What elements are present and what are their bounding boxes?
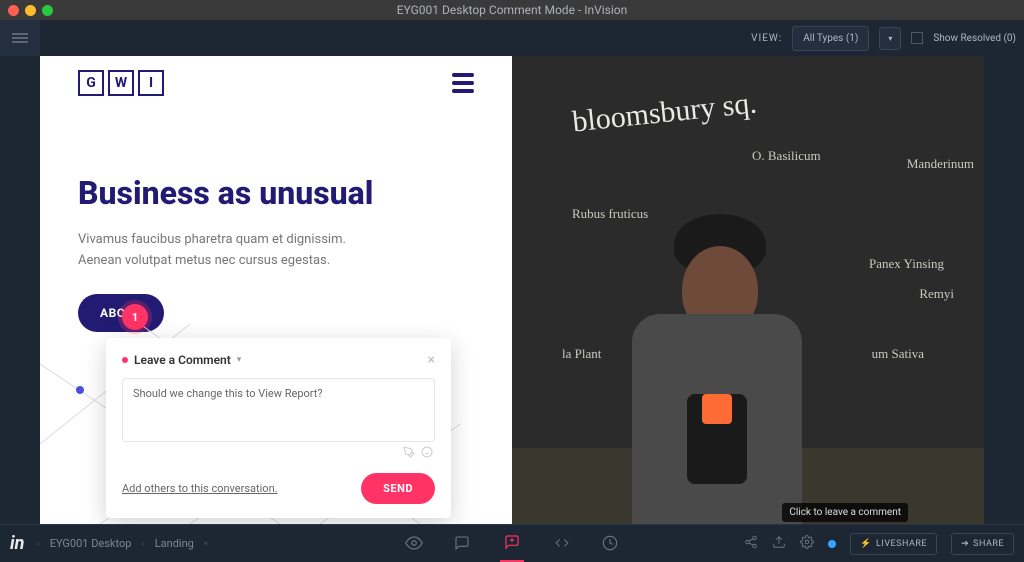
- chalk-text: Manderinum: [907, 156, 974, 172]
- show-resolved-checkbox[interactable]: [911, 32, 923, 44]
- show-resolved-label: Show Resolved (0): [933, 33, 1016, 44]
- logo-letter: I: [138, 70, 164, 96]
- chalk-text: um Sativa: [872, 346, 924, 362]
- inspect-mode-icon[interactable]: [552, 533, 572, 553]
- gear-icon[interactable]: [800, 535, 814, 552]
- person-illustration: [602, 214, 832, 524]
- mock-right-photo: bloomsbury sq. O. Basilicum Manderinum R…: [512, 56, 984, 524]
- add-others-link[interactable]: Add others to this conversation.: [122, 482, 278, 495]
- body-paragraph: Vivamus faucibus pharetra quam et dignis…: [78, 230, 358, 272]
- chalk-banner: bloomsbury sq.: [571, 86, 759, 139]
- chalk-text: Panex Yinsing: [869, 256, 944, 272]
- mock-menu-icon[interactable]: [452, 73, 474, 93]
- comment-textarea[interactable]: Should we change this to View Report?: [122, 378, 435, 442]
- comment-marker[interactable]: 1: [122, 304, 148, 330]
- invision-logo[interactable]: in: [10, 533, 24, 554]
- gwi-logo: G W I: [78, 70, 164, 96]
- comment-text: Should we change this to View Report?: [133, 387, 323, 400]
- hint-tooltip: Click to leave a comment: [782, 503, 908, 522]
- share-link-icon[interactable]: [744, 535, 758, 552]
- canvas-area[interactable]: G W I Business as unusual Vivamus faucib…: [0, 56, 1024, 524]
- close-icon[interactable]: ×: [428, 352, 435, 368]
- chevron-down-icon[interactable]: ▾: [237, 355, 242, 365]
- comment-type-dot-icon: [122, 357, 128, 363]
- breadcrumb: › EYG001 Desktop › Landing ▾: [36, 533, 207, 554]
- comment-mode-icon[interactable]: [500, 524, 524, 562]
- chalk-text: la Plant: [562, 346, 601, 362]
- type-filter-value: All Types (1): [803, 33, 858, 44]
- build-mode-icon[interactable]: [452, 533, 472, 553]
- mock-screen[interactable]: G W I Business as unusual Vivamus faucib…: [40, 56, 984, 524]
- comment-title: Leave a Comment: [134, 353, 231, 367]
- mock-left-panel: G W I Business as unusual Vivamus faucib…: [40, 56, 512, 524]
- mode-switcher: [404, 524, 620, 562]
- view-label: VIEW:: [751, 33, 782, 44]
- logo-letter: G: [78, 70, 104, 96]
- window-title: EYG001 Desktop Comment Mode - InVision: [0, 3, 1024, 17]
- mac-titlebar: EYG001 Desktop Comment Mode - InVision: [0, 0, 1024, 20]
- bottom-toolbar: in › EYG001 Desktop › Landing ▾ ⚡LIVESHA…: [0, 524, 1024, 562]
- emoji-icon[interactable]: [421, 446, 433, 461]
- chevron-down-icon: ▾: [888, 34, 892, 43]
- headline: Business as unusual: [78, 174, 474, 212]
- send-button[interactable]: SEND: [361, 473, 435, 504]
- type-filter-caret[interactable]: ▾: [879, 27, 901, 50]
- download-icon[interactable]: [772, 535, 786, 552]
- chalk-text: O. Basilicum: [752, 148, 821, 164]
- sketch-icon[interactable]: [403, 446, 415, 461]
- breadcrumb-project[interactable]: EYG001 Desktop: [48, 533, 134, 554]
- hamburger-menu-button[interactable]: [0, 20, 40, 56]
- app-topbar: VIEW: All Types (1) ▾ Show Resolved (0): [0, 20, 1024, 56]
- comment-popover: Leave a Comment ▾ × Should we change thi…: [106, 338, 451, 518]
- chalk-text: Remyi: [919, 286, 954, 302]
- share-button[interactable]: ➔SHARE: [951, 533, 1014, 555]
- logo-letter: W: [108, 70, 134, 96]
- liveshare-button[interactable]: ⚡LIVESHARE: [850, 533, 937, 555]
- presence-status-icon[interactable]: [828, 540, 836, 548]
- preview-mode-icon[interactable]: [404, 533, 424, 553]
- history-mode-icon[interactable]: [600, 533, 620, 553]
- type-filter-dropdown[interactable]: All Types (1): [792, 26, 869, 51]
- breadcrumb-screen[interactable]: Landing: [153, 533, 196, 554]
